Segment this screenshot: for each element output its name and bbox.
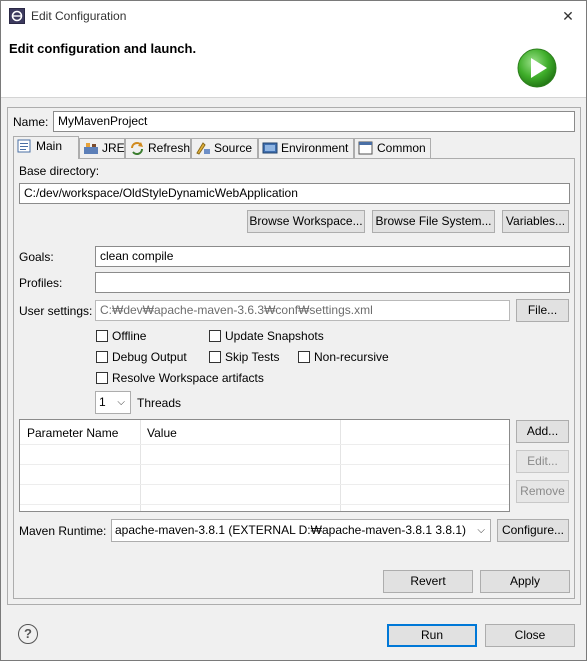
base-directory-input[interactable]: C:/dev/workspace/OldStyleDynamicWebAppli… — [19, 183, 570, 204]
tab-source[interactable]: Source — [191, 138, 258, 158]
user-settings-file-button[interactable]: File... — [516, 299, 569, 322]
name-label: Name: — [13, 115, 49, 129]
non-recursive-checkbox[interactable] — [298, 351, 310, 363]
tab-main[interactable]: Main — [13, 136, 79, 159]
common-icon — [358, 141, 373, 155]
tab-source-label: Source — [214, 141, 253, 155]
main-tab-icon — [17, 139, 31, 153]
user-settings-input[interactable]: C:₩dev₩apache-maven-3.6.3₩conf₩settings.… — [95, 300, 510, 321]
maven-runtime-value: apache-maven-3.8.1 (EXTERNAL D:₩apache-m… — [115, 523, 467, 537]
skip-tests-label: Skip Tests — [225, 350, 280, 364]
browse-workspace-button[interactable]: Browse Workspace... — [247, 210, 365, 233]
run-button[interactable]: Run — [387, 624, 477, 647]
source-icon — [196, 142, 210, 155]
resolve-workspace-checkbox[interactable] — [96, 372, 108, 384]
threads-label: Threads — [137, 396, 182, 410]
add-parameter-button[interactable]: Add... — [516, 420, 569, 443]
offline-label: Offline — [112, 329, 147, 343]
refresh-icon — [131, 142, 143, 155]
window-close-button[interactable]: ✕ — [556, 5, 580, 27]
header-value: Value — [147, 426, 177, 440]
configure-runtime-button[interactable]: Configure... — [497, 519, 569, 542]
table-row-divider — [20, 444, 509, 445]
header-parameter-name: Parameter Name — [27, 426, 119, 440]
dialog-header: Edit configuration and launch. — [1, 32, 586, 98]
debug-output-checkbox[interactable] — [96, 351, 108, 363]
chevron-down-icon: ⌵ — [477, 525, 485, 536]
header-title: Edit configuration and launch. — [9, 41, 197, 56]
eclipse-icon — [9, 8, 25, 24]
remove-parameter-button[interactable]: Remove — [516, 480, 569, 503]
threads-value: 1 — [99, 395, 106, 409]
variables-button[interactable]: Variables... — [502, 210, 569, 233]
browse-file-system-button[interactable]: Browse File System... — [372, 210, 495, 233]
tab-common-label: Common — [377, 141, 426, 155]
run-launch-icon — [517, 48, 557, 88]
threads-select[interactable]: 1 ⌵ — [95, 391, 131, 414]
tab-common[interactable]: Common — [354, 138, 431, 158]
profiles-input[interactable] — [95, 272, 570, 293]
tab-environment-label: Environment — [281, 141, 349, 155]
name-input[interactable]: MyMavenProject — [53, 111, 575, 132]
table-row-divider — [20, 484, 509, 485]
profiles-label: Profiles: — [19, 276, 63, 290]
chevron-down-icon: ⌵ — [117, 397, 125, 408]
maven-runtime-select[interactable]: apache-maven-3.8.1 (EXTERNAL D:₩apache-m… — [111, 519, 491, 542]
revert-button[interactable]: Revert — [383, 570, 473, 593]
tab-bar: Main JRE Refresh Source Environment Comm… — [13, 136, 433, 159]
edit-parameter-button[interactable]: Edit... — [516, 450, 569, 473]
goals-input[interactable]: clean compile — [95, 246, 570, 267]
tab-main-label: Main — [36, 139, 63, 153]
tab-jre-label: JRE — [102, 141, 125, 155]
user-settings-label: User settings: — [19, 304, 93, 318]
window-title: Edit Configuration — [31, 9, 127, 23]
help-icon[interactable]: ? — [18, 624, 38, 644]
debug-output-label: Debug Output — [112, 350, 187, 364]
edit-configuration-dialog: Edit Configuration ✕ Edit configuration … — [0, 0, 587, 661]
skip-tests-checkbox[interactable] — [209, 351, 221, 363]
jre-icon — [84, 143, 98, 154]
close-button[interactable]: Close — [485, 624, 575, 647]
resolve-workspace-label: Resolve Workspace artifacts — [112, 371, 264, 385]
tab-environment[interactable]: Environment — [258, 138, 354, 158]
apply-button[interactable]: Apply — [480, 570, 570, 593]
base-directory-label: Base directory: — [19, 164, 100, 178]
tab-refresh[interactable]: Refresh — [125, 138, 191, 158]
goals-label: Goals: — [19, 250, 54, 264]
table-row-divider — [20, 504, 509, 505]
table-row-divider — [20, 464, 509, 465]
offline-checkbox[interactable] — [96, 330, 108, 342]
parameters-table[interactable]: Parameter Name Value — [19, 419, 510, 512]
tab-refresh-label: Refresh — [148, 141, 191, 155]
update-snapshots-checkbox[interactable] — [209, 330, 221, 342]
non-recursive-label: Non-recursive — [314, 350, 389, 364]
update-snapshots-label: Update Snapshots — [225, 329, 324, 343]
title-bar: Edit Configuration ✕ — [1, 1, 586, 32]
tab-jre[interactable]: JRE — [79, 138, 125, 158]
environment-icon — [262, 142, 278, 154]
maven-runtime-label: Maven Runtime: — [19, 524, 107, 538]
